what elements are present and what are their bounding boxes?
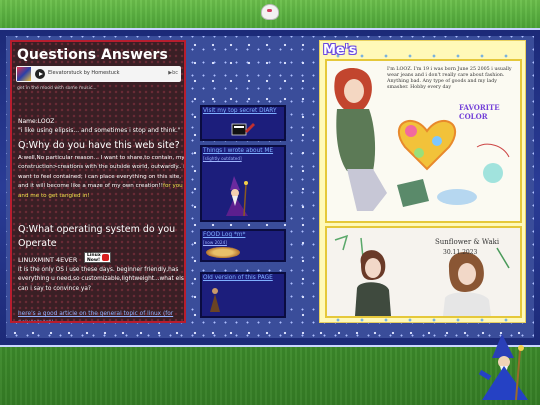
- old-version-link[interactable]: Old version of this PAGE: [203, 275, 273, 281]
- mascot-icon: [261, 4, 279, 20]
- old-version-card[interactable]: Old version of this PAGE: [200, 272, 286, 318]
- monk-icon: [210, 288, 220, 312]
- things-link[interactable]: Things I wrote about ME: [203, 148, 273, 154]
- answer-1-text: A:well,No particular reason... I want to…: [18, 155, 185, 190]
- favorite-color-label: FAVORITE COLOR: [459, 103, 500, 121]
- things-card[interactable]: Things I wrote about ME [slightly outdat…: [200, 145, 286, 222]
- track-title[interactable]: Elevatorstuck by Homestuck: [48, 70, 120, 76]
- food-link[interactable]: FOOD Log *m*: [203, 232, 245, 238]
- music-player[interactable]: Elevatorstuck by Homestuck ▶bc: [16, 66, 181, 82]
- panel-title: Me's: [323, 43, 357, 58]
- diary-icon[interactable]: [230, 121, 256, 137]
- linux-badge: Linux Now!: [84, 252, 111, 263]
- portrait-caption: I'm LOOZ. I'm 19 i was born June 25 2005…: [387, 67, 512, 90]
- album-art: [17, 67, 31, 81]
- diary-card[interactable]: Visit my top secret DIARY: [200, 105, 286, 141]
- answer-2: it is the only OS i use these days. begi…: [18, 267, 186, 292]
- questions-answers-panel: Questions Answers Elevatorstuck by Homes…: [10, 40, 186, 323]
- things-note: [slightly outdated]: [203, 156, 242, 161]
- name-line: Name:LOOZ: [18, 118, 55, 125]
- drawing-signature: Sunflower & Waki: [435, 238, 500, 246]
- duo-drawing: Sunflower & Waki 30.11.2023: [325, 226, 522, 318]
- wizard-icon: [226, 176, 248, 217]
- linux-article-link[interactable]: here's a good article on the general top…: [18, 310, 184, 321]
- pie-icon: [206, 247, 240, 258]
- question-1: Q:Why do you have this web site?: [18, 140, 180, 151]
- diary-link[interactable]: Visit my top secret DIARY: [203, 108, 277, 114]
- drawing-date: 30.11.2023: [443, 249, 478, 256]
- panel-title: Questions Answers: [17, 47, 168, 63]
- bandcamp-logo[interactable]: ▶bc: [168, 70, 178, 76]
- self-portrait-drawing: I'm LOOZ. I'm 19 i was born June 25 2005…: [325, 59, 522, 223]
- answer-1: A:well,No particular reason... I want to…: [18, 154, 185, 201]
- quote-line: "i like using elipsis... and sometimes i…: [18, 127, 181, 134]
- question-2: Q:What operating system do you Operate: [18, 224, 176, 249]
- food-note: [now 2024]: [203, 240, 227, 245]
- play-icon[interactable]: [35, 69, 45, 79]
- food-card[interactable]: FOOD Log *m* [now 2024]: [200, 229, 286, 262]
- music-caption: get in the mood with some music...: [17, 86, 97, 91]
- os-name: LINUXMINT 4EVER: [18, 256, 78, 264]
- me-panel: Me's I'm LOOZ. I'm 19 i was born June 25…: [319, 40, 526, 323]
- wizard-mascot-icon: [478, 334, 528, 401]
